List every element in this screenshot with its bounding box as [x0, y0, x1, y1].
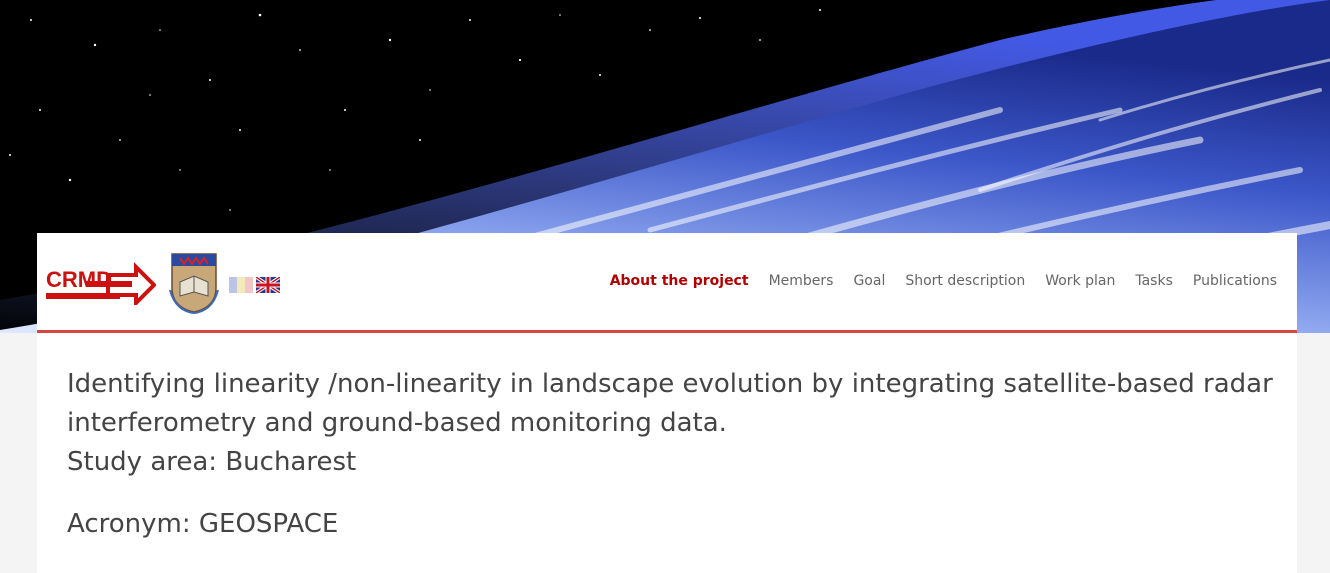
nav-short-description[interactable]: Short description — [905, 273, 1025, 289]
nav-publications[interactable]: Publications — [1193, 273, 1277, 289]
uk-flag-icon[interactable] — [256, 277, 280, 293]
project-acronym: Acronym: GEOSPACE — [67, 509, 339, 539]
nav-goal[interactable]: Goal — [853, 273, 885, 289]
project-title: Identifying linearity /non-linearity in … — [67, 369, 1273, 438]
site-header: CRMD About the project Members Goal Shor… — [37, 233, 1297, 333]
romanian-flag-icon[interactable] — [229, 277, 253, 293]
nav-about-the-project[interactable]: About the project — [610, 273, 749, 289]
main-nav: About the project Members Goal Short des… — [610, 273, 1277, 289]
page-content: Identifying linearity /non-linearity in … — [67, 365, 1277, 544]
main-card: CRMD About the project Members Goal Shor… — [37, 233, 1297, 573]
nav-tasks[interactable]: Tasks — [1135, 273, 1173, 289]
university-crest-logo[interactable] — [168, 250, 220, 314]
study-area: Study area: Bucharest — [67, 447, 357, 477]
crmd-logo-text: CRMD — [46, 267, 112, 292]
nav-members[interactable]: Members — [769, 273, 834, 289]
nav-work-plan[interactable]: Work plan — [1045, 273, 1115, 289]
crmd-logo[interactable]: CRMD — [46, 261, 156, 305]
